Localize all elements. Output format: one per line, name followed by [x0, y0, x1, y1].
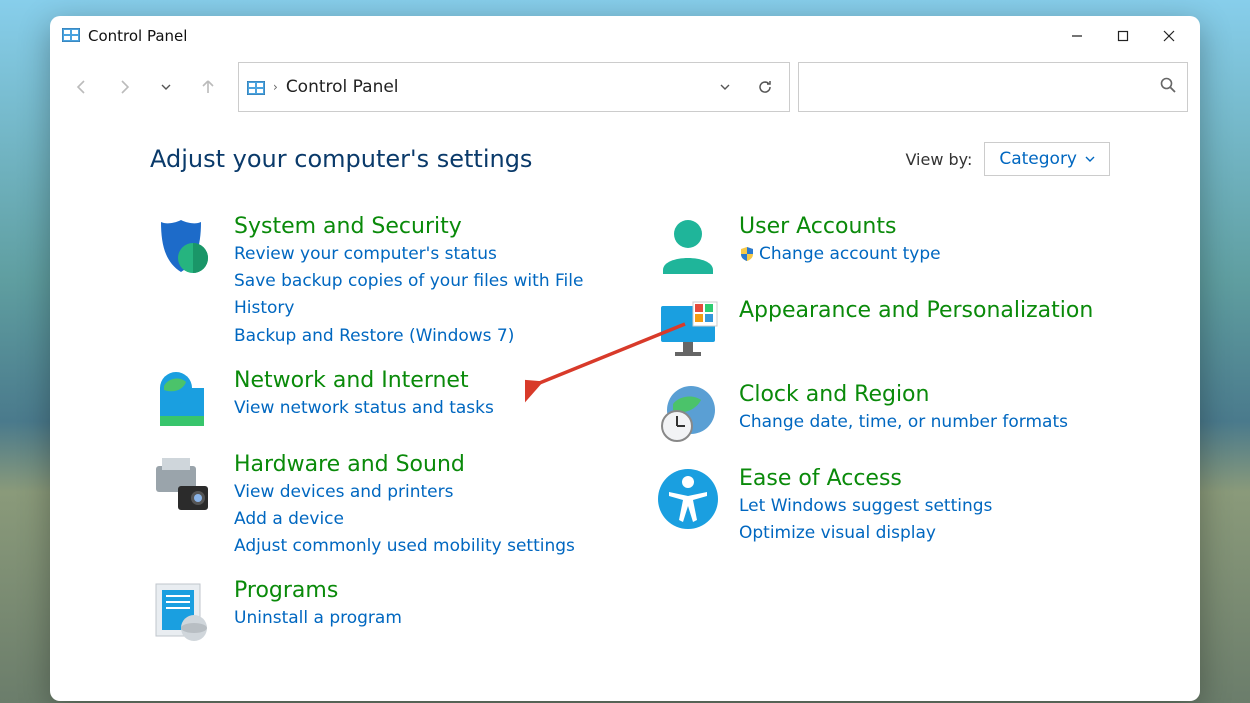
category-clock-region: Clock and Region Change date, time, or n… — [655, 382, 1110, 448]
printer-camera-icon — [150, 452, 216, 518]
up-button[interactable] — [194, 73, 222, 101]
shield-icon — [150, 214, 216, 280]
globe-network-icon — [150, 368, 216, 434]
user-icon — [655, 214, 721, 280]
viewby-dropdown[interactable]: Category — [984, 142, 1110, 176]
category-grid: System and Security Review your computer… — [150, 214, 1110, 662]
toolbar: › Control Panel — [50, 56, 1200, 124]
address-icon — [247, 80, 265, 94]
category-link[interactable]: View network status and tasks — [234, 395, 605, 422]
close-button[interactable] — [1146, 20, 1192, 52]
programs-icon — [150, 578, 216, 644]
category-link[interactable]: Adjust commonly used mobility settings — [234, 533, 605, 560]
category-programs: Programs Uninstall a program — [150, 578, 605, 644]
category-link[interactable]: Add a device — [234, 506, 605, 533]
category-link[interactable]: Change date, time, or number formats — [739, 409, 1110, 436]
category-appearance: Appearance and Personalization — [655, 298, 1110, 364]
titlebar: Control Panel — [50, 16, 1200, 56]
right-column: User Accounts Change account type Appear — [655, 214, 1110, 662]
address-path[interactable]: Control Panel — [286, 77, 399, 97]
accessibility-icon — [655, 466, 721, 532]
category-title[interactable]: Clock and Region — [739, 382, 1110, 407]
category-title[interactable]: Network and Internet — [234, 368, 605, 393]
category-system-security: System and Security Review your computer… — [150, 214, 605, 350]
category-title[interactable]: Appearance and Personalization — [739, 298, 1110, 323]
viewby-label: View by: — [905, 150, 972, 169]
category-title[interactable]: Ease of Access — [739, 466, 1110, 491]
refresh-button[interactable] — [749, 71, 781, 103]
category-link[interactable]: Change account type — [739, 241, 1110, 271]
content-header: Adjust your computer's settings View by:… — [150, 142, 1110, 176]
left-column: System and Security Review your computer… — [150, 214, 605, 662]
category-title[interactable]: User Accounts — [739, 214, 1110, 239]
control-panel-window: Control Panel — [50, 16, 1200, 701]
category-link[interactable]: Save backup copies of your files with Fi… — [234, 268, 605, 322]
page-title: Adjust your computer's settings — [150, 145, 532, 173]
uac-shield-icon — [739, 244, 755, 271]
category-hardware-sound: Hardware and Sound View devices and prin… — [150, 452, 605, 561]
category-link[interactable]: Optimize visual display — [739, 520, 1110, 547]
category-link[interactable]: Uninstall a program — [234, 605, 605, 632]
address-history-dropdown[interactable] — [709, 71, 741, 103]
monitor-icon — [655, 298, 721, 364]
category-network-internet: Network and Internet View network status… — [150, 368, 605, 434]
category-link[interactable]: Review your computer's status — [234, 241, 605, 268]
category-title[interactable]: Hardware and Sound — [234, 452, 605, 477]
recent-dropdown[interactable] — [152, 73, 180, 101]
maximize-button[interactable] — [1100, 20, 1146, 52]
viewby-value: Category — [999, 149, 1077, 169]
category-link[interactable]: Let Windows suggest settings — [739, 493, 1110, 520]
search-input[interactable] — [809, 63, 1159, 111]
category-ease-of-access: Ease of Access Let Windows suggest setti… — [655, 466, 1110, 547]
search-box[interactable] — [798, 62, 1188, 112]
minimize-button[interactable] — [1054, 20, 1100, 52]
category-link[interactable]: Backup and Restore (Windows 7) — [234, 323, 605, 350]
search-icon[interactable] — [1159, 76, 1177, 98]
window-title: Control Panel — [88, 27, 187, 45]
nav-buttons — [62, 73, 230, 101]
forward-button[interactable] — [110, 73, 138, 101]
category-user-accounts: User Accounts Change account type — [655, 214, 1110, 280]
category-title[interactable]: System and Security — [234, 214, 605, 239]
back-button[interactable] — [68, 73, 96, 101]
app-icon — [62, 27, 80, 45]
category-title[interactable]: Programs — [234, 578, 605, 603]
chevron-right-icon: › — [273, 80, 278, 94]
category-link[interactable]: View devices and printers — [234, 479, 605, 506]
address-bar[interactable]: › Control Panel — [238, 62, 790, 112]
chevron-down-icon — [1085, 154, 1095, 164]
clock-globe-icon — [655, 382, 721, 448]
content-area: Adjust your computer's settings View by:… — [50, 124, 1200, 701]
